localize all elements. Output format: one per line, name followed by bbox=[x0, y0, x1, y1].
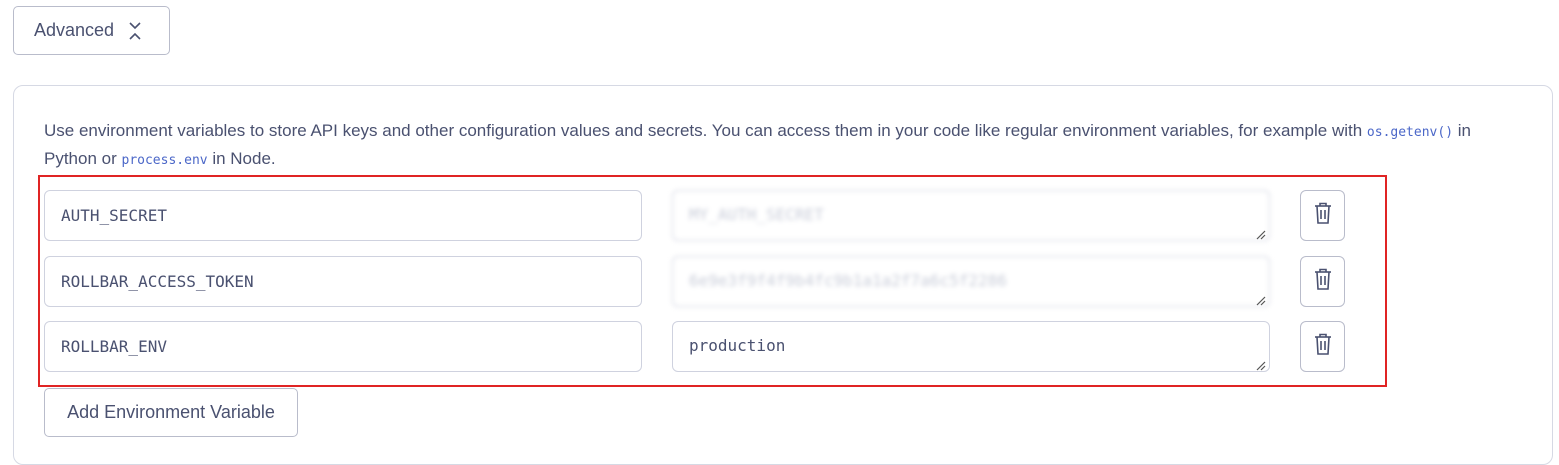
env-key-input[interactable]: ROLLBAR_ACCESS_TOKEN bbox=[44, 256, 642, 307]
code-os-getenv: os.getenv() bbox=[1366, 125, 1454, 140]
delete-env-var-button[interactable] bbox=[1300, 321, 1345, 372]
env-value-field[interactable]: 6e9e3f9f4f9b4fc9b1a1a2f7a6c5f2286 bbox=[672, 256, 1270, 307]
code-process-env: process.env bbox=[121, 153, 208, 168]
env-value-input[interactable]: production bbox=[672, 321, 1270, 372]
env-value-input[interactable]: 6e9e3f9f4f9b4fc9b1a1a2f7a6c5f2286 bbox=[672, 256, 1270, 307]
resize-grip-icon[interactable] bbox=[1256, 227, 1266, 240]
delete-env-var-button[interactable] bbox=[1300, 190, 1345, 241]
env-value-field[interactable]: MY_AUTH_SECRET bbox=[672, 190, 1270, 241]
env-var-row: AUTH_SECRET MY_AUTH_SECRET bbox=[0, 190, 1559, 241]
env-key-input[interactable]: ROLLBAR_ENV bbox=[44, 321, 642, 372]
env-var-row: ROLLBAR_ENV production bbox=[0, 321, 1559, 372]
env-var-row: ROLLBAR_ACCESS_TOKEN 6e9e3f9f4f9b4fc9b1a… bbox=[0, 256, 1559, 307]
description-text: Use environment variables to store API k… bbox=[44, 121, 1367, 140]
delete-env-var-button[interactable] bbox=[1300, 256, 1345, 307]
trash-icon bbox=[1313, 267, 1333, 296]
advanced-label: Advanced bbox=[34, 20, 115, 40]
resize-grip-icon[interactable] bbox=[1256, 293, 1266, 306]
env-vars-description: Use environment variables to store API k… bbox=[44, 118, 1504, 174]
chevrons-collapse-icon bbox=[128, 21, 142, 41]
env-key-input[interactable]: AUTH_SECRET bbox=[44, 190, 642, 241]
resize-grip-icon[interactable] bbox=[1256, 358, 1266, 371]
env-value-input[interactable]: MY_AUTH_SECRET bbox=[672, 190, 1270, 241]
trash-icon bbox=[1313, 201, 1333, 230]
description-text: in Node. bbox=[207, 149, 276, 168]
trash-icon bbox=[1313, 332, 1333, 361]
advanced-toggle-button[interactable]: Advanced bbox=[13, 6, 170, 55]
add-env-var-button[interactable]: Add Environment Variable bbox=[44, 388, 298, 437]
